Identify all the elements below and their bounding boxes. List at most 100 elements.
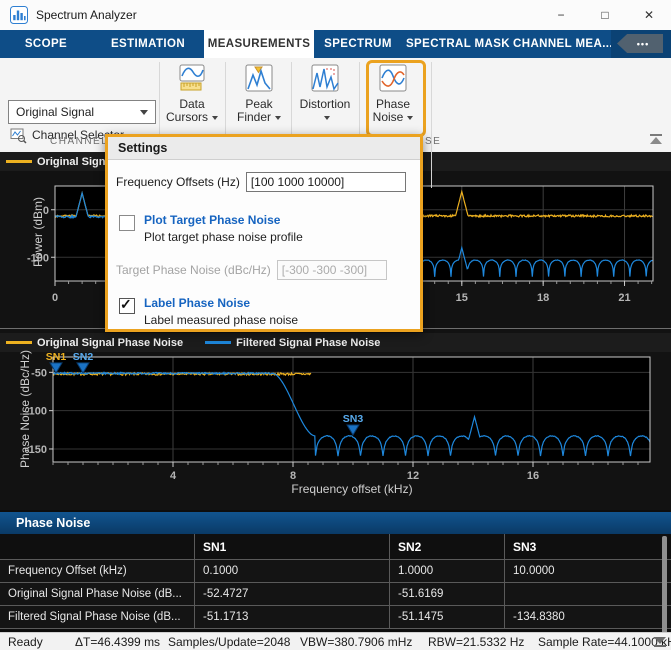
legend-item: Original Signal Phase Noise <box>6 337 183 349</box>
distortion-button[interactable]: Distortion <box>295 61 355 133</box>
table-row: Filtered Signal Phase Noise (dB... -51.1… <box>0 606 671 629</box>
legend-item: Original Signal <box>6 156 115 168</box>
status-bar: Ready ΔT=46.4399 ms Samples/Update=2048 … <box>0 632 671 650</box>
cell-value <box>505 583 671 605</box>
status-rbw: RBW=21.5332 Hz <box>428 635 524 649</box>
label-phase-noise-title[interactable]: Label Phase Noise <box>144 296 298 310</box>
button-label: Distortion <box>295 98 355 111</box>
phase-noise-button[interactable]: Phase Noise <box>363 61 423 133</box>
cell-value: 0.1000 <box>195 560 390 582</box>
legend-swatch-original-signal <box>6 160 32 163</box>
target-phase-noise-input <box>277 260 387 280</box>
tab-scope[interactable]: SCOPE <box>0 30 92 58</box>
phase-noise-settings-popup: Settings Frequency Offsets (Hz) Plot Tar… <box>105 134 423 332</box>
svg-text:-50: -50 <box>31 367 47 379</box>
frequency-offsets-label: Frequency Offsets (Hz) <box>116 175 240 189</box>
channel-select-dropdown[interactable]: Original Signal <box>8 100 156 124</box>
phase-noise-table-panel: Phase Noise SN1 SN2 SN3 Frequency Offset… <box>0 510 671 632</box>
label-phase-noise-checkbox[interactable] <box>119 298 135 314</box>
tab-spectral-mask[interactable]: SPECTRAL MASK <box>402 30 514 58</box>
tab-estimation[interactable]: ESTIMATION <box>92 30 204 58</box>
table-scrollbar[interactable] <box>662 536 667 634</box>
marker-sn2-label: SN2 <box>73 352 94 363</box>
data-cursors-button[interactable]: Data Cursors <box>162 61 222 133</box>
table-title: Phase Noise <box>16 516 90 530</box>
minimize-button[interactable]: − <box>539 0 583 30</box>
phase-noise-plot[interactable]: 481216-50-100-150SN1SN2SN3 <box>0 352 671 486</box>
svg-text:16: 16 <box>527 470 539 482</box>
svg-text:4: 4 <box>170 470 177 482</box>
cell-value: 10.0000 <box>505 560 671 582</box>
collapse-statusbar-icon[interactable] <box>653 637 667 647</box>
phase-noise-x-axis-label: Frequency offset (kHz) <box>180 482 524 496</box>
plot-target-title[interactable]: Plot Target Phase Noise <box>144 213 303 227</box>
group-label-channel: CHANNEL <box>50 136 108 147</box>
marker-sn3-label: SN3 <box>343 413 364 425</box>
row-label: Frequency Offset (kHz) <box>0 560 195 582</box>
button-label: Cursors <box>166 110 208 124</box>
frequency-offsets-input[interactable] <box>246 172 406 192</box>
chevron-down-icon <box>407 116 413 120</box>
plot-target-description: Plot target phase noise profile <box>144 230 303 244</box>
app-icon <box>10 6 28 24</box>
legend-swatch-filtered-phase-noise <box>205 341 231 344</box>
plot-target-checkbox[interactable] <box>119 215 135 231</box>
table-header-cell: SN3 <box>505 534 671 559</box>
table-header-cell: SN1 <box>195 534 390 559</box>
marker-sn1-label: SN1 <box>46 352 67 363</box>
peak-finder-icon <box>244 63 274 93</box>
row-label: Filtered Signal Phase Noise (dB... <box>0 606 195 628</box>
tab-spectrum[interactable]: SPECTRUM <box>314 30 402 58</box>
toolstrip-tabs: SCOPE ESTIMATION MEASUREMENTS SPECTRUM S… <box>0 30 671 58</box>
tab-measurements[interactable]: MEASUREMENTS <box>204 30 314 58</box>
legend-label: Original Signal <box>37 156 115 168</box>
cell-value: -51.1475 <box>390 606 505 628</box>
chevron-down-icon <box>275 116 281 120</box>
title-bar: Spectrum Analyzer − □ ✕ <box>0 0 671 30</box>
phase-noise-icon <box>378 63 408 93</box>
phase-noise-legend: Original Signal Phase Noise Filtered Sig… <box>0 333 671 352</box>
close-button[interactable]: ✕ <box>627 0 671 30</box>
svg-text:8: 8 <box>290 470 296 482</box>
cell-value: -134.8380 <box>505 606 671 628</box>
table-header-row: SN1 SN2 SN3 <box>0 534 671 560</box>
cell-value: -51.6169 <box>390 583 505 605</box>
svg-text:18: 18 <box>537 292 549 304</box>
status-ready: Ready <box>8 635 43 649</box>
chevron-down-icon <box>212 116 218 120</box>
table-header-cell <box>0 534 195 559</box>
chevron-down-icon <box>324 116 330 120</box>
cell-value: -51.1713 <box>195 606 390 628</box>
collapse-toolstrip-icon[interactable] <box>649 134 663 144</box>
legend-item: Filtered Signal Phase Noise <box>205 337 380 349</box>
table-header-cell: SN2 <box>390 534 505 559</box>
settings-popup-header: Settings <box>108 137 420 160</box>
label-phase-noise-description: Label measured phase noise <box>144 313 298 327</box>
toolbar-divider <box>431 62 432 188</box>
svg-text:12: 12 <box>407 470 419 482</box>
settings-title: Settings <box>118 141 167 155</box>
target-phase-noise-label: Target Phase Noise (dBc/Hz) <box>116 263 271 277</box>
maximize-button[interactable]: □ <box>583 0 627 30</box>
svg-text:0: 0 <box>52 292 58 304</box>
tab-channel-measurements[interactable]: CHANNEL MEA... <box>514 30 612 58</box>
legend-label: Filtered Signal Phase Noise <box>236 337 380 349</box>
status-vbw: VBW=380.7906 mHz <box>300 635 412 649</box>
svg-text:21: 21 <box>618 292 630 304</box>
svg-text:15: 15 <box>456 292 468 304</box>
table-row: Original Signal Phase Noise (dB... -52.4… <box>0 583 671 606</box>
cell-value: -52.4727 <box>195 583 390 605</box>
peak-finder-button[interactable]: Peak Finder <box>229 61 289 133</box>
distortion-icon <box>310 63 340 93</box>
cell-value: 1.0000 <box>390 560 505 582</box>
legend-label: Original Signal Phase Noise <box>37 337 183 349</box>
button-label: Finder <box>237 110 271 124</box>
status-samples-per-update: Samples/Update=2048 <box>168 635 290 649</box>
table-row: Frequency Offset (kHz) 0.1000 1.0000 10.… <box>0 560 671 583</box>
status-delta-t: ΔT=46.4399 ms <box>75 635 160 649</box>
window-title: Spectrum Analyzer <box>36 8 137 22</box>
data-cursors-icon <box>177 63 207 93</box>
chevron-down-icon <box>140 110 148 115</box>
status-sample-rate: Sample Rate=44.1000 kHz <box>538 635 671 649</box>
phase-noise-y-axis-label: Phase Noise (dBc/Hz) <box>18 334 32 484</box>
